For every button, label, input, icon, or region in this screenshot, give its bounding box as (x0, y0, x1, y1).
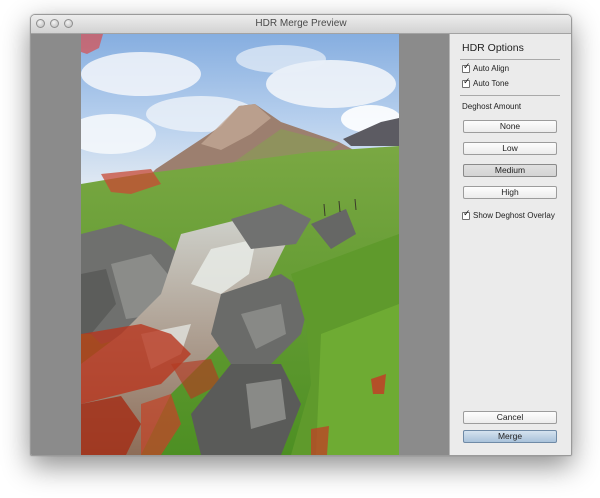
title-bar[interactable]: HDR Merge Preview (31, 15, 571, 34)
deghost-low-button[interactable]: Low (463, 142, 557, 155)
check-icon: ✓ (463, 61, 471, 72)
show-deghost-overlay-option[interactable]: ✓ Show Deghost Overlay (462, 208, 555, 220)
check-icon: ✓ (463, 76, 471, 87)
auto-tone-option[interactable]: ✓ Auto Tone (462, 76, 509, 88)
auto-tone-checkbox[interactable]: ✓ (462, 76, 471, 88)
show-deghost-overlay-label: Show Deghost Overlay (473, 211, 555, 220)
panel-title: HDR Options (462, 42, 524, 54)
merge-button[interactable]: Merge (463, 430, 557, 443)
auto-align-option[interactable]: ✓ Auto Align (462, 61, 510, 73)
deghost-medium-button[interactable]: Medium (463, 164, 557, 177)
hdr-merge-window: HDR Merge Preview HDR Options ✓ Auto Ali… (30, 14, 572, 456)
auto-align-checkbox[interactable]: ✓ (462, 61, 471, 73)
hdr-preview-image (81, 34, 399, 455)
divider (460, 59, 560, 60)
deghost-none-button[interactable]: None (463, 120, 557, 133)
auto-tone-label: Auto Tone (473, 79, 509, 88)
preview-area (31, 34, 449, 455)
cancel-button[interactable]: Cancel (463, 411, 557, 424)
deghost-high-button[interactable]: High (463, 186, 557, 199)
divider (460, 95, 560, 96)
check-icon: ✓ (463, 208, 471, 219)
hdr-options-panel: HDR Options ✓ Auto Align ✓ Auto Tone Deg… (449, 34, 571, 455)
window-title: HDR Merge Preview (255, 18, 347, 29)
show-deghost-overlay-checkbox[interactable]: ✓ (462, 208, 471, 220)
deghost-amount-label: Deghost Amount (462, 102, 522, 111)
auto-align-label: Auto Align (473, 64, 510, 73)
